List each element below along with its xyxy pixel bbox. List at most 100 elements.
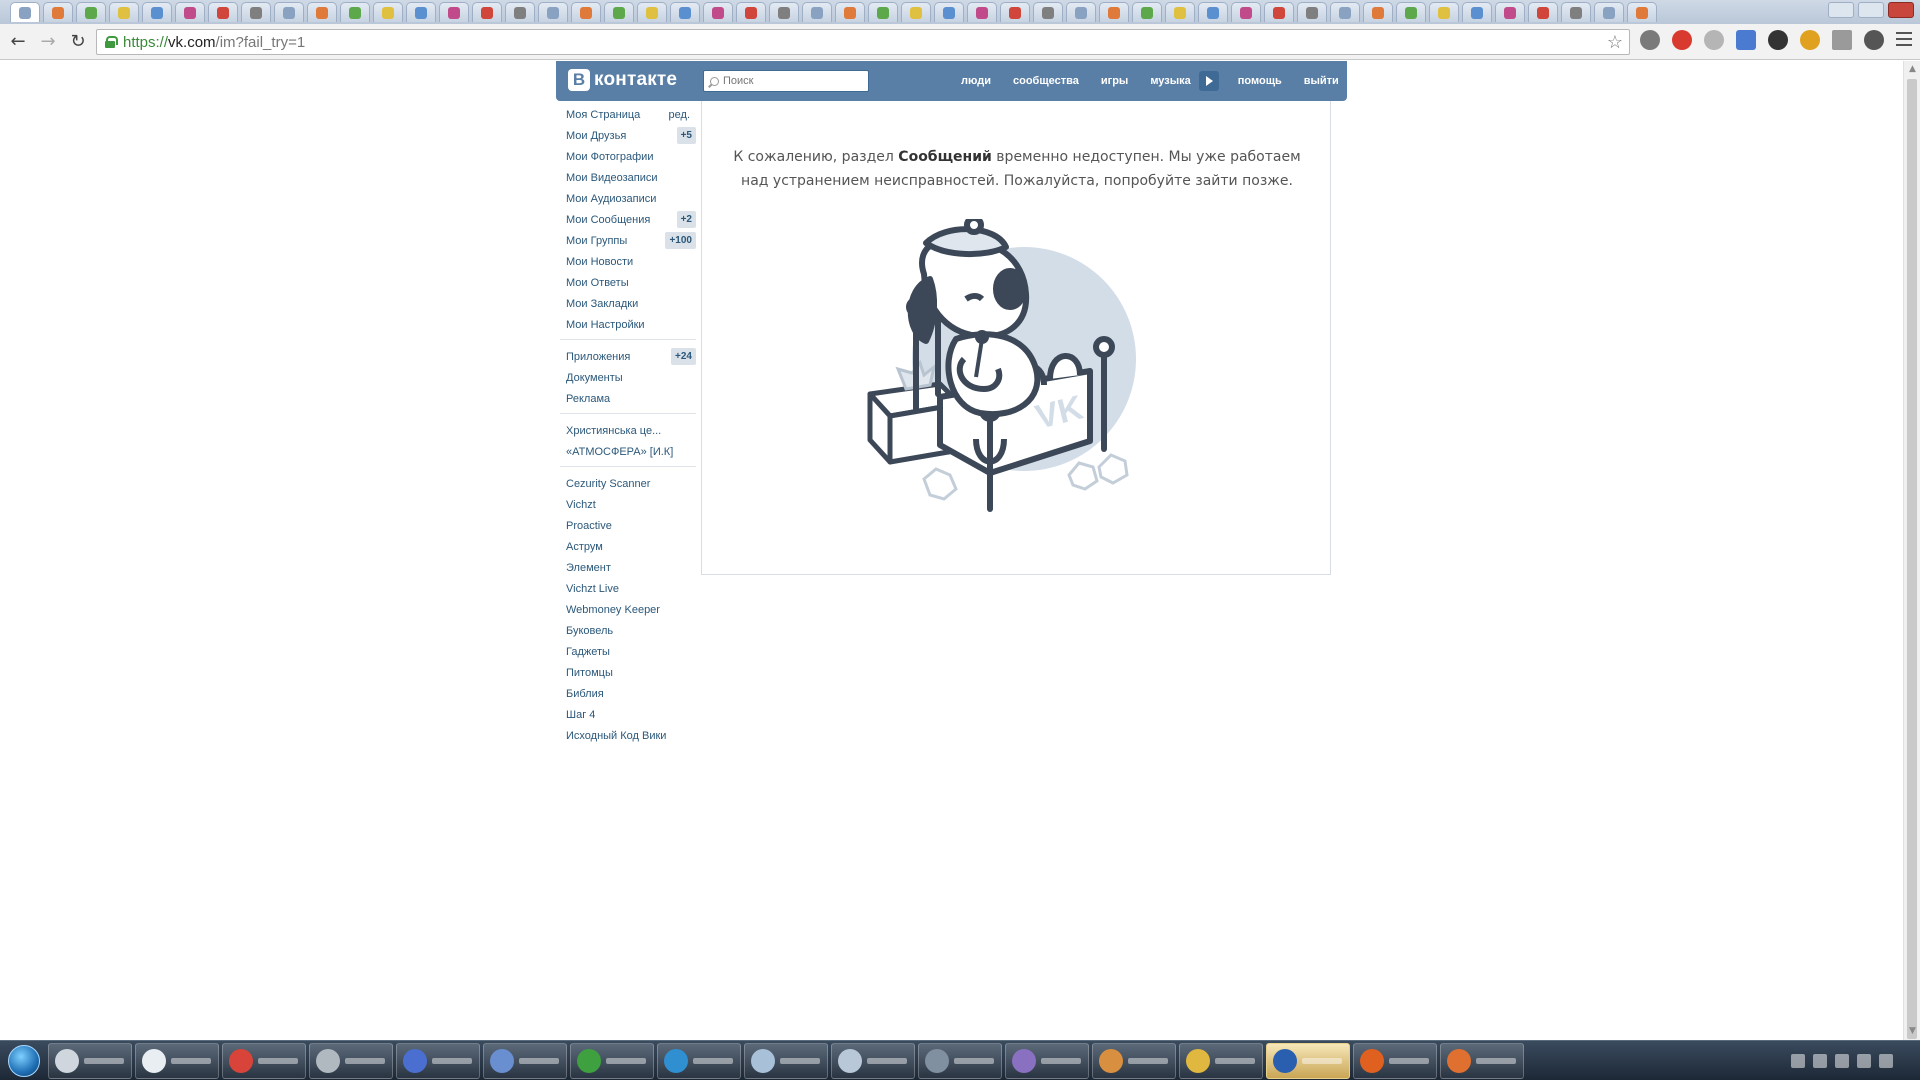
nav-people-link[interactable]: люди [950,75,1002,87]
browser-tab[interactable] [538,2,568,22]
browser-tab[interactable] [1297,2,1327,22]
address-bar[interactable]: https://vk.com/im?fail_try=1 ☆ [96,29,1630,55]
browser-tab[interactable] [1462,2,1492,22]
music-play-button[interactable] [1198,71,1219,91]
taskbar-app-button[interactable] [1179,1042,1263,1079]
browser-tab[interactable] [175,2,205,22]
left-menu-link[interactable]: Документы [566,372,623,384]
extension-icon[interactable] [1736,30,1756,50]
taskbar-app-button[interactable] [396,1042,480,1079]
nav-communities-link[interactable]: сообщества [1002,75,1090,87]
left-menu-link[interactable]: Шаг 4 [566,709,595,721]
left-menu-link[interactable]: Библия [566,688,604,700]
browser-tab[interactable] [76,2,106,22]
left-menu-item[interactable]: Элемент [560,557,696,578]
browser-tab[interactable] [1330,2,1360,22]
left-menu-item[interactable]: Реклама [560,388,696,409]
left-menu-item[interactable]: Мои Новости [560,251,696,272]
left-menu-item[interactable]: Webmoney Keeper [560,599,696,620]
nav-logout-link[interactable]: выйти [1293,75,1350,87]
browser-tab[interactable] [406,2,436,22]
browser-tab[interactable] [571,2,601,22]
left-menu-item[interactable]: Мои Группы +100 [560,230,696,251]
left-menu-link[interactable]: Питомцы [566,667,613,679]
browser-tab[interactable] [208,2,238,22]
browser-tab[interactable] [340,2,370,22]
browser-tab[interactable] [1099,2,1129,22]
taskbar-app-button[interactable] [1266,1042,1350,1079]
counter-badge[interactable]: +24 [671,348,696,365]
reload-icon[interactable]: ↻ [66,30,90,54]
left-menu-item[interactable]: Аструм [560,536,696,557]
left-menu-link[interactable]: Мои Настройки [566,319,645,331]
browser-tab[interactable] [1198,2,1228,22]
browser-tab[interactable] [109,2,139,22]
extension-icon[interactable] [1768,30,1788,50]
left-menu-link[interactable]: Буковель [566,625,613,637]
browser-tab[interactable] [1165,2,1195,22]
taskbar-app-button[interactable] [1005,1042,1089,1079]
browser-tab[interactable] [934,2,964,22]
browser-tab[interactable] [769,2,799,22]
taskbar-app-button[interactable] [483,1042,567,1079]
taskbar-app-button[interactable] [1440,1042,1524,1079]
browser-tab[interactable] [1000,2,1030,22]
left-menu-link[interactable]: Мои Ответы [566,277,629,289]
left-menu-link[interactable]: Мои Фотографии [566,151,653,163]
left-menu-link[interactable]: Cezurity Scanner [566,478,650,490]
search-box[interactable] [703,70,869,92]
left-menu-item[interactable]: Мои Видеозаписи [560,167,696,188]
browser-tab[interactable] [307,2,337,22]
taskbar-app-button[interactable] [744,1042,828,1079]
tray-icon[interactable] [1791,1054,1806,1068]
taskbar-app-button[interactable] [1092,1042,1176,1079]
left-menu-link[interactable]: Реклама [566,393,610,405]
browser-tab[interactable] [142,2,172,22]
page-scrollbar[interactable]: ▲ ▼ [1903,61,1920,1040]
left-menu-link[interactable]: Гаджеты [566,646,610,658]
extension-icon[interactable] [1640,30,1660,50]
forward-icon[interactable]: → [36,30,60,54]
browser-tab[interactable] [472,2,502,22]
left-menu-item[interactable]: Гаджеты [560,641,696,662]
left-menu-link[interactable]: Мои Закладки [566,298,638,310]
taskbar-app-button[interactable] [48,1042,132,1079]
left-menu-link[interactable]: Мои Новости [566,256,633,268]
maximize-button[interactable] [1858,2,1884,18]
left-menu-link[interactable]: Vichzt Live [566,583,619,595]
browser-tab[interactable] [1561,2,1591,22]
extension-icon[interactable] [1800,30,1820,50]
browser-tab[interactable] [1066,2,1096,22]
left-menu-item[interactable]: Буковель [560,620,696,641]
browser-tab[interactable] [1231,2,1261,22]
extension-icon[interactable] [1704,30,1724,50]
browser-tab[interactable] [1396,2,1426,22]
left-menu-link[interactable]: «АТМОСФЕРА» [И.К] [566,446,673,458]
left-menu-item[interactable]: «АТМОСФЕРА» [И.К] [560,441,696,462]
left-menu-link[interactable]: Proactive [566,520,612,532]
nav-music-link[interactable]: музыка [1139,75,1198,87]
volume-icon[interactable] [1879,1054,1894,1068]
nav-games-link[interactable]: игры [1090,75,1139,87]
browser-tab[interactable] [505,2,535,22]
browser-tab[interactable] [703,2,733,22]
left-menu-link[interactable]: Vichzt [566,499,596,511]
left-menu-item[interactable]: Cezurity Scanner [560,473,696,494]
left-menu-link[interactable]: Элемент [566,562,611,574]
left-menu-item[interactable]: Шаг 4 [560,704,696,725]
taskbar-app-button[interactable] [1353,1042,1437,1079]
taskbar-app-button[interactable] [570,1042,654,1079]
extension-icon[interactable] [1832,30,1852,50]
left-menu-item[interactable]: Исходный Код Вики [560,725,696,746]
left-menu-item[interactable]: Мои Настройки [560,314,696,335]
browser-tab[interactable] [1033,2,1063,22]
skype-icon[interactable] [1864,30,1884,50]
left-menu-link[interactable]: Мои Аудиозаписи [566,193,656,205]
browser-tab[interactable] [1264,2,1294,22]
browser-tab[interactable] [1363,2,1393,22]
left-menu-item[interactable]: Мои Ответы [560,272,696,293]
browser-tab[interactable] [604,2,634,22]
vk-logo[interactable]: В контакте [568,69,677,91]
left-menu-item[interactable]: Библия [560,683,696,704]
taskbar-app-button[interactable] [222,1042,306,1079]
